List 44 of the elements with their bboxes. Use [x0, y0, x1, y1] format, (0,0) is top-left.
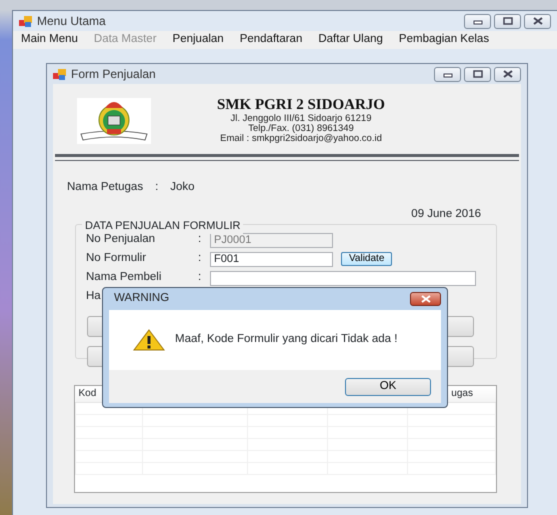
maximize-icon [470, 69, 484, 79]
field-label: Nama Petugas [67, 180, 144, 195]
minimize-button[interactable] [434, 66, 461, 82]
menu-item[interactable]: Pendaftaran [232, 31, 310, 49]
field-label: No Formulir [86, 251, 148, 266]
separator-text: : [198, 232, 202, 248]
dialog-title: WARNING [114, 291, 170, 306]
maximize-button[interactable] [494, 14, 521, 28]
menu-item[interactable]: Penjualan [164, 31, 232, 49]
maximize-button[interactable] [464, 66, 491, 82]
phone-text: Telp./Fax. (031) 8961349 [247, 124, 354, 134]
close-icon [530, 16, 544, 26]
app-icon [53, 68, 66, 80]
input-field[interactable]: F001 [210, 252, 333, 266]
email-text: Email : smkpgri2sidoarjo@yahoo.co.id [219, 134, 383, 145]
close-button[interactable] [524, 14, 551, 28]
window-title: Menu Utama [37, 13, 106, 30]
separator-text: : [198, 270, 202, 286]
ok-button[interactable]: OK [345, 378, 431, 396]
minimize-button[interactable] [464, 14, 491, 28]
menu-item[interactable]: Main Menu [13, 31, 86, 49]
window-title: Form Penjualan [71, 66, 156, 83]
officer-name: Joko [170, 180, 195, 195]
close-icon [500, 69, 514, 79]
close-button[interactable] [494, 66, 521, 82]
field-label: Ha [86, 289, 101, 304]
warning-icon [133, 329, 165, 351]
app-icon [19, 16, 32, 26]
input-field: PJ0001 [210, 232, 333, 248]
separator-text: : [198, 251, 202, 266]
field-label: No Penjualan [86, 232, 156, 248]
close-button[interactable] [410, 292, 441, 306]
separator-text: : [155, 180, 158, 195]
close-icon [420, 295, 432, 303]
message-text: Maaf, Kode Formulir yang dicari Tidak ada ! [175, 332, 398, 348]
field-label: Nama Pembeli [86, 270, 162, 286]
menu-item[interactable]: Pembagian Kelas [390, 31, 498, 49]
school-name: SMK PGRI 2 SIDOARJO [216, 97, 386, 114]
validate-button[interactable]: Validate [341, 252, 392, 266]
menu-item[interactable]: Daftar Ulang [310, 31, 391, 49]
date-text: 09 June 2016 [410, 207, 482, 222]
address-text: Jl. Jenggolo III/61 Sidoarjo 61219 [229, 114, 372, 124]
maximize-icon [500, 16, 514, 26]
input-field[interactable] [210, 270, 476, 286]
